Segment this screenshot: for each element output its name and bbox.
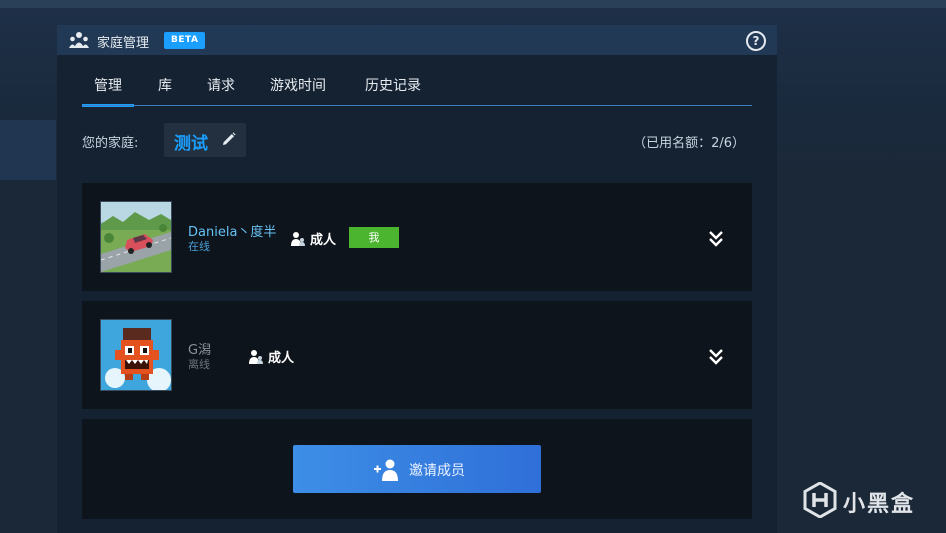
invite-section: 邀请成员 [82,419,752,519]
add-user-icon [374,459,398,481]
background-top-strip [0,0,946,8]
background-left-glow [0,120,56,180]
family-label: 您的家庭: [82,136,139,151]
panel-title: 家庭管理 [97,36,150,51]
chevron-double-down-icon[interactable] [708,229,724,247]
tab-manage[interactable]: 管理 [82,75,134,107]
avatar[interactable] [100,201,172,273]
family-name-edit[interactable]: 测试 [164,123,246,157]
tab-history[interactable]: 历史记录 [365,75,421,104]
help-icon[interactable]: ? [746,31,766,51]
family-icon [69,32,89,48]
role-label: 成人 [268,351,295,366]
member-card: G潟 离线 成人 [82,301,752,409]
avatar[interactable] [100,319,172,391]
tab-playtime[interactable]: 游戏时间 [270,75,326,104]
chevron-double-down-icon[interactable] [708,347,724,365]
invite-label: 邀请成员 [409,463,465,479]
family-management-panel: 家庭管理 BETA ? 管理 库 请求 游戏时间 历史记录 您的家庭: 测试 （… [57,25,777,533]
tabs-divider [82,105,752,106]
avatar-racing-image [101,202,171,272]
invite-member-button[interactable]: 邀请成员 [293,445,541,493]
me-badge: 我 [349,227,399,248]
slot-usage: （已用名额：2/6） [633,136,745,151]
panel-header: 家庭管理 BETA ? [57,25,777,55]
beta-badge: BETA [164,32,206,49]
role-label: 成人 [310,233,337,248]
pencil-icon [223,132,236,145]
member-card: Daniela丶度半 在线 成人 我 [82,183,752,291]
avatar-monster-image [101,320,171,390]
xiaoheihe-watermark: 小黑盒 [803,480,925,520]
member-status: 离线 [188,358,210,371]
tab-bar: 管理 库 请求 游戏时间 历史记录 [82,75,752,107]
adult-icon [291,232,305,246]
xiaoheihe-logo-icon [803,482,837,518]
watermark-text: 小黑盒 [843,492,916,517]
adult-icon [249,350,263,364]
member-status: 在线 [188,240,210,253]
family-name: 测试 [174,134,208,154]
tab-requests[interactable]: 请求 [207,75,235,104]
tab-library[interactable]: 库 [158,75,172,104]
